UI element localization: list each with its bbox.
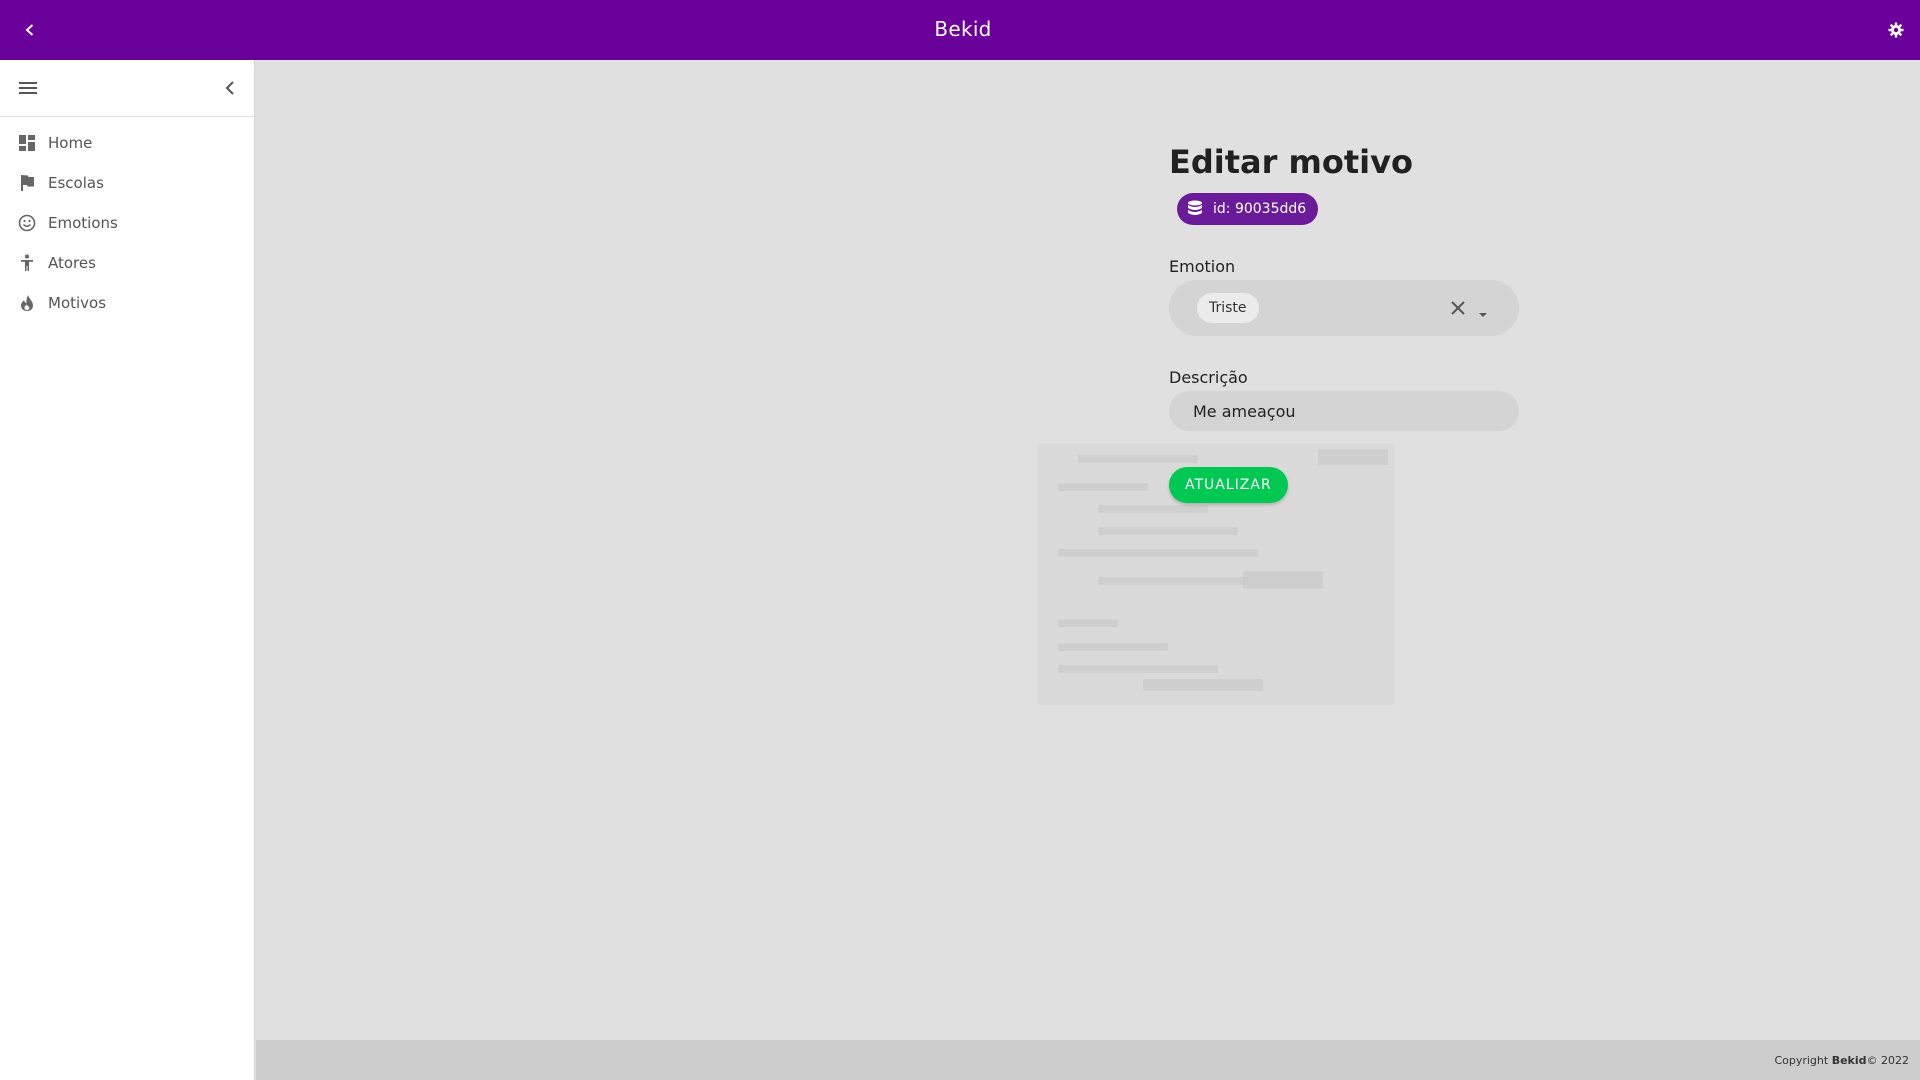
chevron-down-icon[interactable] — [1477, 304, 1489, 317]
person-icon — [18, 254, 36, 272]
description-label: Descrição — [1169, 368, 1248, 387]
sidebar-item-home[interactable]: Home — [0, 123, 254, 163]
menu-icon[interactable] — [18, 78, 38, 98]
id-chip-label: id: 90035dd6 — [1213, 201, 1307, 217]
description-input[interactable] — [1169, 391, 1519, 431]
sidebar-item-emotions[interactable]: Emotions — [0, 203, 254, 243]
chevron-left-icon[interactable] — [222, 78, 238, 98]
close-icon[interactable] — [1449, 299, 1467, 317]
update-button[interactable]: ATUALIZAR — [1169, 467, 1288, 503]
app-bar: Bekid — [0, 0, 1920, 60]
edit-form: Editar motivo id: 90035dd6 Emotion Trist… — [1169, 143, 1519, 503]
sidebar-item-label: Escolas — [48, 174, 104, 192]
database-icon — [1187, 200, 1203, 218]
sidebar-item-label: Motivos — [48, 294, 107, 312]
gear-icon[interactable] — [1886, 20, 1906, 40]
sidebar-item-label: Emotions — [48, 214, 118, 232]
dashboard-icon — [18, 134, 36, 152]
app-title: Bekid — [934, 17, 992, 41]
footer-brand: Bekid — [1831, 1053, 1867, 1067]
selected-emotion-chip[interactable]: Triste — [1197, 293, 1259, 323]
sidebar-item-escolas[interactable]: Escolas — [0, 163, 254, 203]
footer-prefix: Copyright — [1774, 1053, 1829, 1067]
sidebar-item-motivos[interactable]: Motivos — [0, 283, 254, 323]
sidebar-nav: Home Escolas Emotions Atores Motivos — [0, 117, 254, 323]
smiley-icon — [18, 214, 36, 232]
main-content: Editar motivo id: 90035dd6 Emotion Trist… — [256, 60, 1920, 1040]
sidebar: Home Escolas Emotions Atores Motivos — [0, 60, 255, 1080]
footer: Copyright Bekid © 2022 — [256, 1040, 1920, 1080]
sidebar-header — [0, 60, 254, 117]
emotion-select[interactable]: Triste — [1169, 280, 1519, 336]
emotion-label: Emotion — [1169, 257, 1236, 276]
fire-icon — [18, 294, 36, 312]
sidebar-item-atores[interactable]: Atores — [0, 243, 254, 283]
sidebar-item-label: Home — [48, 134, 93, 152]
page-title: Editar motivo — [1169, 143, 1413, 181]
footer-suffix: © 2022 — [1866, 1053, 1910, 1067]
sidebar-item-label: Atores — [48, 254, 96, 272]
id-chip: id: 90035dd6 — [1177, 193, 1319, 225]
flag-icon — [18, 174, 36, 192]
